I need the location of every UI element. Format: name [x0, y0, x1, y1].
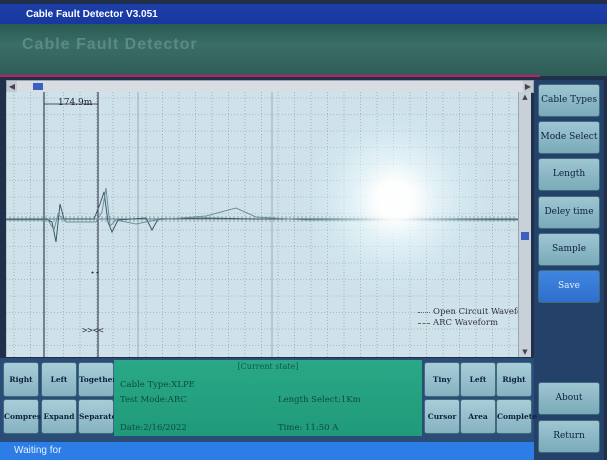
tiny-button[interactable]: Tiny [424, 362, 460, 397]
mode-select-button[interactable]: Mode Select [538, 121, 600, 154]
banner: Cable Fault Detector [0, 24, 607, 76]
sample-button[interactable]: Sample [538, 233, 600, 266]
cable-type-value: Cable Type:XLPE [120, 380, 195, 390]
scroll-right-icon[interactable]: ▶ [523, 81, 533, 92]
legend-item-open: Open Circuit Waveform [418, 307, 534, 318]
status-text: Waiting for [14, 445, 62, 456]
right-shift-button[interactable]: Right shift [496, 362, 532, 417]
vertical-scroll-thumb[interactable] [521, 232, 529, 240]
app-title: Cable Fault Detector V3.051 [26, 9, 158, 20]
legend-swatch-arc [418, 323, 430, 324]
waveform-legend: Open Circuit Waveform ARC Waveform [418, 307, 534, 329]
legend-item-arc: ARC Waveform [418, 318, 534, 329]
together-button[interactable]: Together [78, 362, 116, 397]
title-bar: Cable Fault Detector V3.051 [0, 4, 607, 24]
control-bar: Right Left Together Compress Expand Sepa… [0, 358, 537, 442]
banner-ghost-title: Cable Fault Detector [22, 36, 198, 53]
arc-waveform [6, 187, 518, 232]
length-select-button[interactable]: Length Select [538, 158, 600, 210]
banner-divider [0, 75, 540, 77]
right-button[interactable]: Right [3, 362, 39, 397]
compress-indicator: >><< [82, 326, 104, 336]
area-button[interactable]: Area [460, 399, 496, 434]
scroll-down-icon[interactable]: ▼ [519, 347, 531, 357]
scroll-left-icon[interactable]: ◀ [7, 81, 17, 92]
left-shift-button[interactable]: Left shift [460, 362, 496, 417]
about-button[interactable]: About [538, 382, 600, 415]
expand-button[interactable]: Expand [41, 399, 77, 434]
left-button[interactable]: Left [41, 362, 77, 397]
compress-button[interactable]: Compress [3, 399, 45, 434]
vertical-scrollbar[interactable]: ▲ ▼ [518, 92, 531, 357]
horizontal-scroll-thumb[interactable] [33, 83, 43, 90]
save-button[interactable]: Save [538, 270, 600, 303]
side-panel: Cable Types Mode Select Length Select De… [534, 80, 604, 460]
length-select-value: Length Select:1Km [278, 395, 361, 405]
current-state-header: [Current state] [237, 362, 299, 371]
cursor-distance-label: 174.9m [58, 98, 93, 108]
test-mode-value: Test Mode:ARC [120, 395, 187, 405]
scroll-up-icon[interactable]: ▲ [519, 92, 531, 102]
delay-time-button[interactable]: Deley time [538, 196, 600, 229]
legend-label-arc: ARC Waveform [433, 318, 499, 328]
time-value: Time: 11:50 A [278, 423, 339, 433]
cursor-marker[interactable]: ⋆⋆ [90, 268, 100, 277]
date-value: Date:2/16/2022 [120, 423, 187, 433]
legend-swatch-open [418, 312, 430, 313]
separate-button[interactable]: Separate [78, 399, 116, 434]
status-bar: Waiting for [0, 442, 534, 460]
complete-button[interactable]: Complete [496, 399, 537, 434]
current-state-panel: [Current state] Cable Type:XLPE Test Mod… [114, 360, 422, 436]
cable-types-button[interactable]: Cable Types [538, 84, 600, 117]
cursor-button[interactable]: Cursor [424, 399, 460, 434]
device-screen: Cable Fault Detector V3.051 Cable Fault … [0, 0, 607, 460]
return-button[interactable]: Return [538, 420, 600, 453]
